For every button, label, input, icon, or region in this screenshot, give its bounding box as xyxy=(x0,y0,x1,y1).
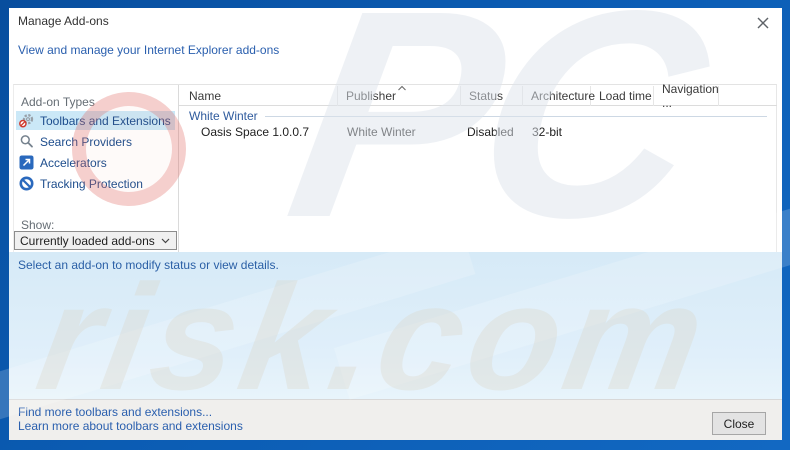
window-title: Manage Add-ons xyxy=(18,14,109,28)
column-header-label: Status xyxy=(469,89,504,103)
cell-load-time xyxy=(591,123,654,140)
column-header-label: Navigation ... xyxy=(662,82,719,110)
show-dropdown[interactable]: Currently loaded add-ons xyxy=(14,231,177,250)
table-row[interactable]: Oasis Space 1.0.0.7 White Winter Disable… xyxy=(179,123,777,140)
sidebar-item-tracking-protection[interactable]: Tracking Protection xyxy=(16,174,175,193)
column-header-label: Name xyxy=(189,89,222,103)
learn-more-toolbars-link[interactable]: Learn more about toolbars and extensions xyxy=(18,419,243,433)
column-header-label: Publisher xyxy=(346,89,397,103)
show-label: Show: xyxy=(21,218,55,232)
group-header-label: White Winter xyxy=(189,108,258,123)
addon-types-heading: Add-on Types xyxy=(21,95,95,109)
find-more-toolbars-link[interactable]: Find more toolbars and extensions... xyxy=(18,405,212,419)
addon-types-sidebar: Add-on Types Toolbars and Extensions Sea… xyxy=(14,85,179,252)
details-hint-text: Select an add-on to modify status or vie… xyxy=(18,258,279,272)
chevron-down-icon xyxy=(161,238,170,244)
table-header-row: Name Publisher Status Architecture Load … xyxy=(179,82,777,110)
gear-blocked-icon xyxy=(19,114,34,128)
cell-status: Disabled xyxy=(467,124,514,139)
sort-ascending-icon xyxy=(398,85,406,91)
view-manage-link[interactable]: View and manage your Internet Explorer a… xyxy=(18,43,279,57)
main-panel: Add-on Types Toolbars and Extensions Sea… xyxy=(13,82,777,252)
sidebar-item-toolbars-extensions[interactable]: Toolbars and Extensions xyxy=(16,111,175,130)
sidebar-item-label: Search Providers xyxy=(40,134,133,149)
close-icon[interactable] xyxy=(756,16,770,30)
group-header-divider xyxy=(264,115,767,117)
column-header-label: Load time xyxy=(599,89,652,103)
blocked-circle-icon xyxy=(19,176,34,191)
column-header-architecture[interactable]: Architecture xyxy=(523,86,595,106)
footer-bar: Find more toolbars and extensions... Lea… xyxy=(9,399,782,440)
accelerator-icon xyxy=(19,155,34,170)
group-header-row: White Winter xyxy=(179,108,777,123)
cell-publisher: White Winter xyxy=(347,124,416,139)
column-header-status[interactable]: Status xyxy=(461,86,523,106)
column-header-label: Architecture xyxy=(531,89,596,103)
manage-addons-window: Manage Add-ons View and manage your Inte… xyxy=(9,8,782,440)
cell-name: Oasis Space 1.0.0.7 xyxy=(201,124,310,139)
column-header-load-time[interactable]: Load time xyxy=(591,86,654,106)
sidebar-item-label: Tracking Protection xyxy=(40,176,143,191)
cell-architecture: 32-bit xyxy=(532,124,563,139)
column-header-name[interactable]: Name xyxy=(179,86,338,106)
addons-table: Name Publisher Status Architecture Load … xyxy=(179,82,777,252)
sidebar-item-label: Accelerators xyxy=(40,155,107,170)
sidebar-item-label: Toolbars and Extensions xyxy=(40,113,171,128)
pcrisk-frame: Manage Add-ons View and manage your Inte… xyxy=(0,0,790,450)
close-button[interactable]: Close xyxy=(712,412,766,435)
magnifier-icon xyxy=(20,135,33,148)
details-panel: Select an add-on to modify status or vie… xyxy=(9,252,782,399)
dropdown-value: Currently loaded add-ons xyxy=(20,233,155,248)
cell-navigation xyxy=(654,123,719,140)
column-header-navigation[interactable]: Navigation ... xyxy=(654,82,719,110)
sidebar-item-accelerators[interactable]: Accelerators xyxy=(16,153,175,172)
sidebar-item-search-providers[interactable]: Search Providers xyxy=(16,132,175,151)
